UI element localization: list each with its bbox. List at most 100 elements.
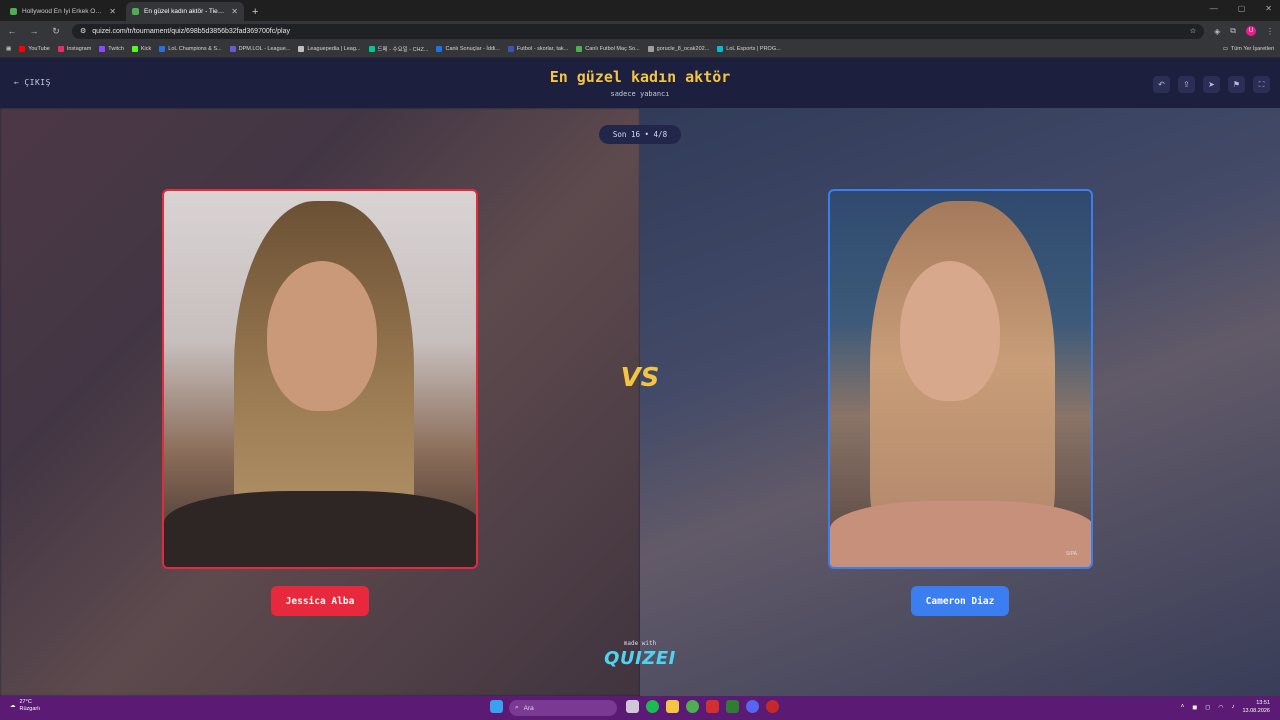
chrome-icon[interactable] [686,700,699,713]
clock[interactable]: 13:51 13.08.2026 [1242,699,1270,715]
window-controls: — ▢ ✕ [1210,4,1272,13]
page-title: En güzel kadın aktör [549,68,731,86]
folder-icon: ▭ [1222,46,1228,52]
bookmark-chzzk[interactable]: 드페 - 수요일 - CHZ... [368,45,428,53]
file-explorer-icon[interactable] [666,700,679,713]
close-icon[interactable]: ✕ [109,7,116,16]
profile-avatar[interactable]: U [1246,26,1256,36]
app-red-icon[interactable] [706,700,719,713]
maximize-icon[interactable]: ▢ [1238,4,1246,13]
bookmark-label: LoL Esports | PROG... [726,46,781,52]
taskbar-apps [626,700,779,713]
app-green-icon[interactable] [726,700,739,713]
bookmark-lol-champions[interactable]: LoL Champions & S... [159,46,222,52]
wifi-icon[interactable]: ◠ [1218,704,1223,711]
bookmark-label: Canlı Sonuçlar - İddi... [445,46,500,52]
globe-icon [647,46,654,52]
bookmark-canli-futbol[interactable]: Canlı Futbol Maç So... [576,46,640,52]
undo-button[interactable]: ↶ [1153,76,1170,93]
spotify-icon[interactable] [646,700,659,713]
close-icon[interactable]: ✕ [231,7,238,16]
extensions-icon[interactable]: ⧉ [1230,26,1236,36]
bookmark-label: DPM.LOL - League... [238,46,291,52]
tab-favicon-icon [132,8,139,15]
bookmark-label: gorucle_8_ocak202... [656,46,710,52]
fullscreen-icon: ⛶ [1258,79,1265,89]
shield-icon[interactable]: ◈ [1214,27,1220,36]
tray-app-icon[interactable]: ◼ [1192,704,1197,711]
chevron-up-icon[interactable]: ˄ [1181,704,1185,710]
bookmark-label: LoL Champions & S... [168,46,222,52]
task-view-icon[interactable] [626,700,639,713]
quiz-header: ← ÇIKIŞ En güzel kadın aktör sadece yaba… [0,58,1280,108]
quizei-logo[interactable]: QUIZEI [0,648,1280,669]
bookmark-youtube[interactable]: YouTube [19,46,50,52]
browser-tab-1[interactable]: Hollywood En İyi Erkek Oyuncu... ✕ [4,2,122,21]
taskbar-search[interactable]: ⌕ Ara [509,700,617,716]
lol-esports-icon [717,46,724,52]
search-placeholder: Ara [523,704,534,712]
discord-icon[interactable] [746,700,759,713]
all-bookmarks[interactable]: ▭ Tüm Yer İşaretleri [1223,46,1274,52]
choose-left-button[interactable]: Jessica Alba [271,586,369,616]
report-button[interactable]: ⚑ [1228,76,1245,93]
bookmark-leaguepedia[interactable]: Leaguepedia | Leag... [298,46,361,52]
address-bar-row: ← → ↻ ⚙ quizei.com/tr/tournament/quiz/69… [0,21,1280,41]
bookmark-label: Leaguepedia | Leag... [307,46,361,52]
photo-face-shape [900,261,1000,401]
vs-lightning-icon: VS [616,358,664,398]
kick-icon [131,46,138,52]
weather-desc: Rüzgarlı [19,706,40,712]
flag-icon: ⚑ [1232,80,1241,89]
menu-icon[interactable]: ⋮ [1266,27,1274,36]
bookmark-instagram[interactable]: Instagram [57,46,91,52]
browser-tab-bar: Hollywood En İyi Erkek Oyuncu... ✕ En gü… [0,0,1280,21]
chzzk-icon [368,46,375,52]
bookmark-lol-esports[interactable]: LoL Esports | PROG... [717,46,781,52]
bookmark-label: Futbol - skorlar, tak... [516,46,569,52]
photo-shoulders-shape [164,491,476,567]
windows-start-icon[interactable] [490,700,503,713]
football-icon [576,46,583,52]
weather-widget[interactable]: ☁ 27°C Rüzgarlı [10,699,40,713]
url-field[interactable]: ⚙ quizei.com/tr/tournament/quiz/698b5d38… [72,23,1205,39]
lol-icon [159,46,166,52]
bookmark-label: Canlı Futbol Maç So... [585,46,640,52]
browser-tab-2[interactable]: En güzel kadın aktör - Tier List... ✕ [126,2,244,21]
minimize-icon[interactable]: — [1210,4,1218,13]
tray-app-icon[interactable]: ◻ [1205,704,1210,711]
new-tab-button[interactable]: + [252,2,258,21]
bookmark-dpm[interactable]: DPM.LOL - League... [229,46,291,52]
bookmark-futbol[interactable]: Futbol - skorlar, tak... [507,46,569,52]
windows-taskbar: ☁ 27°C Rüzgarlı ⌕ Ara ˄ ◼ ◻ ◠ ♪ 13:51 13… [0,696,1280,720]
close-window-icon[interactable]: ✕ [1265,4,1272,13]
vs-label: VS [620,363,660,393]
contestant-card-left[interactable] [162,189,478,569]
back-icon[interactable]: ← [6,26,18,36]
bookmarks-bar: ▦ YouTube Instagram Twitch Kick LoL Cham… [0,41,1280,58]
bookmark-kick[interactable]: Kick [131,46,151,52]
send-button[interactable]: ➤ [1203,76,1220,93]
forward-icon[interactable]: → [28,26,40,36]
app-target-icon[interactable] [766,700,779,713]
send-icon: ➤ [1208,80,1215,89]
apps-grid-icon[interactable]: ▦ [6,46,11,52]
contestant-card-right[interactable]: SIPA [828,189,1093,569]
choose-right-button[interactable]: Cameron Diaz [911,586,1009,616]
site-info-icon[interactable]: ⚙ [80,27,86,35]
all-bookmarks-label: Tüm Yer İşaretleri [1230,46,1274,52]
fullscreen-button[interactable]: ⛶ [1253,76,1270,93]
taskbar-start [490,700,503,713]
tab-title: En güzel kadın aktör - Tier List... [144,8,226,15]
share-button[interactable]: ⇪ [1178,76,1195,93]
bookmark-star-icon[interactable]: ☆ [1190,27,1196,35]
bookmark-twitch[interactable]: Twitch [99,46,124,52]
bookmark-gorucle[interactable]: gorucle_8_ocak202... [647,46,710,52]
photo-shoulders-shape [830,501,1091,567]
volume-icon[interactable]: ♪ [1231,704,1234,710]
system-tray: ˄ ◼ ◻ ◠ ♪ 13:51 13.08.2026 [1181,699,1270,715]
tab-title: Hollywood En İyi Erkek Oyuncu... [22,8,105,15]
reload-icon[interactable]: ↻ [50,26,62,37]
bookmark-canli-sonuclar[interactable]: Canlı Sonuçlar - İddi... [436,46,500,52]
flashscore-icon [507,46,514,52]
